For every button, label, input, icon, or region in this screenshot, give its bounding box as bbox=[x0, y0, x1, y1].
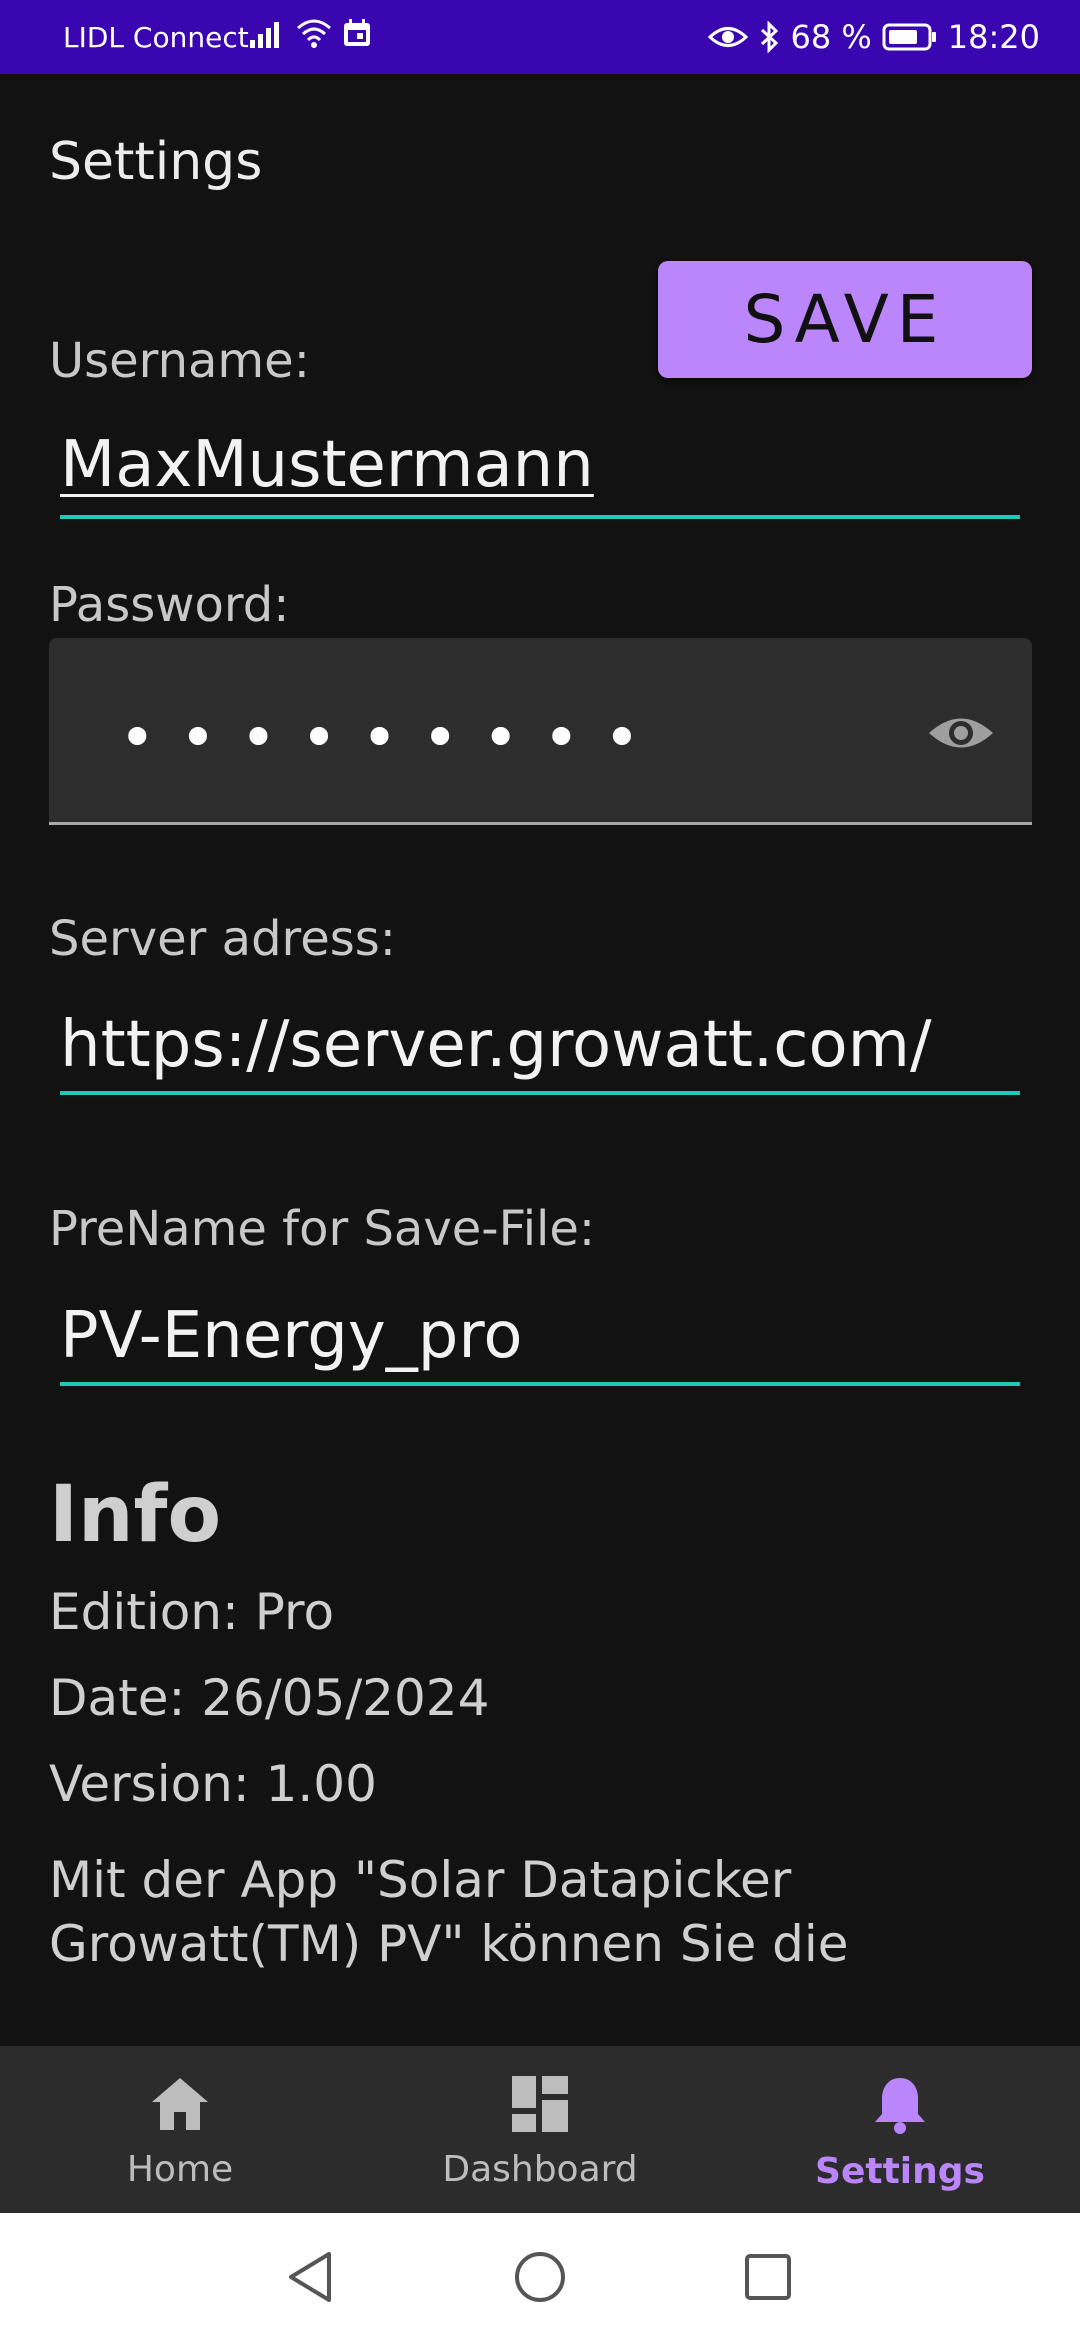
nav-label-dashboard: Dashboard bbox=[442, 2149, 638, 2190]
server-address-label: Server adress: bbox=[49, 911, 396, 967]
password-mask: ••••••••• bbox=[119, 701, 665, 774]
nav-label-settings: Settings bbox=[815, 2151, 985, 2192]
info-date: Date: 26/05/2024 bbox=[49, 1669, 490, 1727]
username-label: Username: bbox=[49, 333, 310, 389]
status-left-icons bbox=[250, 18, 372, 48]
back-icon[interactable] bbox=[280, 2247, 340, 2307]
bell-icon bbox=[870, 2074, 930, 2140]
password-field[interactable]: ••••••••• bbox=[49, 638, 1032, 825]
status-right-group: 68 % 18:20 bbox=[708, 18, 1040, 56]
battery-icon bbox=[882, 22, 938, 52]
info-heading: Info bbox=[49, 1470, 222, 1560]
prename-label: PreName for Save-File: bbox=[49, 1201, 596, 1257]
page-title: Settings bbox=[49, 132, 263, 192]
status-bar: LIDL Connect 68 % 18:20 bbox=[0, 0, 1080, 74]
dashboard-icon bbox=[510, 2074, 570, 2138]
nav-item-dashboard[interactable]: Dashboard bbox=[360, 2046, 720, 2213]
battery-percent: 68 % bbox=[790, 18, 872, 56]
eye-icon bbox=[708, 22, 749, 52]
info-edition: Edition: Pro bbox=[49, 1583, 335, 1641]
nav-label-home: Home bbox=[126, 2149, 234, 2190]
username-field[interactable]: MaxMustermann bbox=[60, 425, 1020, 519]
save-button[interactable]: SAVE bbox=[658, 261, 1032, 378]
info-version: Version: 1.00 bbox=[49, 1755, 377, 1813]
home-circle-icon[interactable] bbox=[510, 2247, 570, 2307]
bottom-navigation: Home Dashboard Settings bbox=[0, 2046, 1080, 2213]
prename-value: PV-Energy_pro bbox=[60, 1299, 523, 1373]
show-password-icon[interactable] bbox=[926, 698, 996, 768]
username-value: MaxMustermann bbox=[60, 428, 594, 502]
wifi-icon bbox=[296, 18, 332, 48]
prename-field[interactable]: PV-Energy_pro bbox=[60, 1296, 1020, 1386]
status-time: 18:20 bbox=[947, 18, 1040, 56]
nav-item-home[interactable]: Home bbox=[0, 2046, 360, 2213]
calendar-icon bbox=[342, 18, 372, 48]
bluetooth-icon bbox=[758, 21, 780, 53]
carrier-name: LIDL Connect bbox=[63, 21, 249, 54]
signal-icon bbox=[250, 18, 286, 48]
recents-icon[interactable] bbox=[738, 2247, 798, 2307]
server-address-value: https://server.growatt.com/ bbox=[60, 1008, 932, 1082]
system-navigation-bar bbox=[0, 2213, 1080, 2340]
nav-item-settings[interactable]: Settings bbox=[720, 2046, 1080, 2213]
home-icon bbox=[148, 2074, 212, 2138]
password-label: Password: bbox=[49, 577, 290, 633]
info-description: Mit der App "Solar Datapicker Growatt(TM… bbox=[49, 1851, 849, 1973]
server-address-field[interactable]: https://server.growatt.com/ bbox=[60, 1005, 1020, 1095]
